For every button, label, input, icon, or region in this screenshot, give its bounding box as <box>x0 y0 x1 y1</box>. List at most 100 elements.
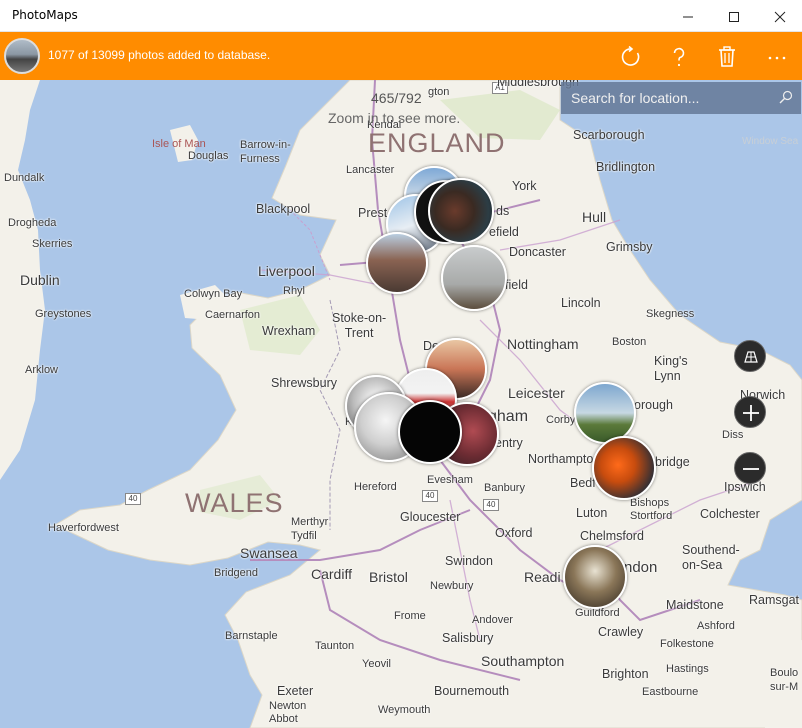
label-hereford: Hereford <box>354 481 397 493</box>
label-exeter: Exeter <box>277 684 314 698</box>
label-drogheda: Drogheda <box>8 217 57 229</box>
more-button[interactable] <box>760 40 792 72</box>
label-swindon: Swindon <box>445 554 493 568</box>
label-banbury: Banbury <box>484 482 525 494</box>
label-evesham: Evesham <box>427 474 473 486</box>
label-crawley: Crawley <box>598 625 644 639</box>
label-hull: Hull <box>582 209 607 225</box>
label-nottingham: Nottingham <box>507 336 579 352</box>
label-cambridge: bridge <box>655 455 690 469</box>
label-newton-abbot: Newton Abbot <box>269 700 307 725</box>
label-colwyn-bay: Colwyn Bay <box>184 288 243 300</box>
label-wales: WALES <box>185 488 284 518</box>
label-kings-lynn: King's Lynn <box>654 354 688 383</box>
label-haverfordwest: Haverfordwest <box>48 522 119 534</box>
photo-cluster[interactable] <box>366 232 428 294</box>
minimize-icon <box>683 16 693 18</box>
label-diss: Diss <box>722 429 744 441</box>
label-coventry: entry <box>495 436 523 450</box>
zoom-hint: Zoom in to see more. <box>328 110 461 126</box>
label-lincoln: Lincoln <box>561 296 601 310</box>
label-swansea: Swansea <box>240 545 298 561</box>
minimize-button[interactable] <box>664 0 710 32</box>
label-arklow: Arklow <box>25 364 59 376</box>
refresh-button[interactable] <box>614 40 646 72</box>
label-southend: Southend- on-Sea <box>682 543 740 572</box>
close-button[interactable] <box>756 0 802 32</box>
aerial-view-icon <box>744 351 758 363</box>
photo-cluster[interactable] <box>592 436 656 500</box>
label-york: York <box>512 179 537 193</box>
label-scarborough: Scarborough <box>573 128 645 142</box>
road-shield: 40 <box>422 490 438 502</box>
label-colchester: Colchester <box>700 507 760 521</box>
photo-cluster[interactable] <box>574 382 636 444</box>
label-weymouth: Weymouth <box>378 704 431 716</box>
import-status: 1077 of 13099 photos added to database. <box>48 48 271 62</box>
label-reading: Readi <box>524 569 561 585</box>
label-caernarfon: Caernarfon <box>205 309 261 321</box>
label-bristol: Bristol <box>369 569 408 585</box>
zoom-out-button[interactable] <box>734 452 766 484</box>
photo-cluster[interactable] <box>563 545 627 609</box>
label-bridlington: Bridlington <box>596 160 656 174</box>
photo-cluster[interactable] <box>441 245 507 311</box>
label-lancaster: Lancaster <box>346 164 395 176</box>
zoom-out-icon <box>743 468 759 470</box>
label-blackpool: Blackpool <box>256 202 311 216</box>
label-andover: Andover <box>472 614 513 626</box>
label-taunton: Taunton <box>315 640 355 652</box>
label-chelmsford: Chelmsford <box>580 529 644 543</box>
label-oxford: Oxford <box>495 526 533 540</box>
label-sheffield: field <box>505 278 528 292</box>
label-brighton: Brighton <box>602 667 649 681</box>
trash-icon <box>719 46 735 67</box>
photo-cluster[interactable] <box>428 178 494 244</box>
label-preston: Prest <box>358 206 388 220</box>
current-photo-thumbnail[interactable] <box>4 38 40 74</box>
help-button[interactable] <box>662 40 694 72</box>
window-title: PhotoMaps <box>12 8 78 22</box>
label-bishops-stortford: Bishops Stortford <box>630 497 673 522</box>
label-salisbury: Salisbury <box>442 631 494 645</box>
aerial-view-button[interactable] <box>734 340 766 372</box>
help-icon <box>673 47 685 67</box>
label-shrewsbury: Shrewsbury <box>271 376 337 390</box>
label-rhyl: Rhyl <box>283 285 306 297</box>
photomaps-window: PhotoMaps 1077 of 13099 photos added to … <box>0 0 802 728</box>
maximize-icon <box>729 12 739 22</box>
photo-counter: 465/792 <box>371 90 422 106</box>
label-peterborough: orough <box>634 398 673 412</box>
label-greystones: Greystones <box>35 308 92 320</box>
label-wakefield: efield <box>489 225 519 239</box>
label-dundalk: Dundalk <box>4 172 45 184</box>
more-icon <box>768 56 786 60</box>
label-liverpool: Liverpool <box>258 263 315 279</box>
label-london: ndon <box>624 559 658 576</box>
photo-cluster[interactable] <box>398 400 462 464</box>
label-doncaster: Doncaster <box>509 245 566 259</box>
delete-button[interactable] <box>710 40 742 72</box>
zoom-in-icon <box>743 405 759 421</box>
label-douglas: Douglas <box>188 150 229 162</box>
label-boulogne: Boulo sur-M <box>770 667 799 693</box>
label-ramsgate: Ramsgat <box>749 593 800 607</box>
refresh-icon <box>621 46 640 66</box>
label-eastbourne: Eastbourne <box>642 686 699 698</box>
label-bournemouth: Bournemouth <box>434 684 510 698</box>
search-icon[interactable] <box>779 90 793 104</box>
label-fragment: gton <box>428 86 450 98</box>
label-england: ENGLAND <box>368 128 506 158</box>
label-leicester: Leicester <box>508 385 565 401</box>
maximize-button[interactable] <box>710 0 756 32</box>
label-maidstone: Maidstone <box>666 598 724 612</box>
label-corby: Corby <box>546 414 576 426</box>
label-barrow: Barrow-in- Furness <box>240 139 291 165</box>
location-search-input[interactable] <box>561 82 771 114</box>
label-merthyr: Merthyr Tydfil <box>291 516 329 542</box>
map-view[interactable]: A1 40 40 A1 40 ENGLAND WALES Isle of Man… <box>0 80 802 728</box>
label-southampton: Southampton <box>481 653 565 669</box>
label-cardiff: Cardiff <box>311 566 352 582</box>
label-luton: Luton <box>576 506 608 520</box>
zoom-in-button[interactable] <box>734 396 766 428</box>
